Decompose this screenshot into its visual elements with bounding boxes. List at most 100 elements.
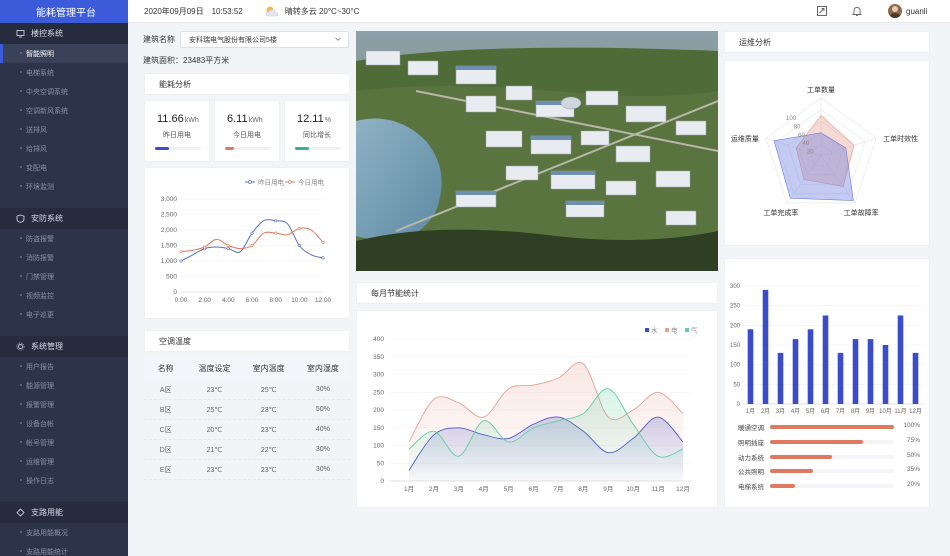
legend-swatch [665, 328, 669, 332]
kpi-progress-fill [155, 147, 169, 150]
sidebar-item[interactable]: 消防报警 [0, 248, 128, 267]
table-cell: 25℃ [260, 386, 277, 394]
energy-title-bar: 能耗分析 [144, 73, 350, 95]
building-select[interactable]: 安科瑞电气股份有限公司5楼 [180, 31, 349, 48]
app-title: 能耗管理平台 [0, 0, 128, 23]
sidebar-item[interactable]: 支路用能统计 [0, 542, 128, 556]
sidebar-item[interactable]: 送排风 [0, 120, 128, 139]
kpi-value-wrap: 12.11% [297, 113, 331, 125]
x-tick-label: 9月 [603, 485, 613, 493]
daily-power-panel: 0 500 1,000 1,500 2,000 2,500 3,000 0:00 2:00 4:0… [144, 167, 350, 319]
x-tick-label: 8月 [851, 408, 860, 415]
data-point [179, 250, 183, 254]
table-cell: 30% [315, 446, 330, 453]
table-cell: 23℃ [260, 426, 277, 434]
table-cell: 40% [315, 426, 330, 433]
data-point [274, 219, 278, 223]
radar-indicator-label: 工单完成率 [763, 208, 798, 217]
sidebar-section-1[interactable]: 安防系统 [0, 208, 128, 229]
sidebar-section-label: 楼控系统 [31, 29, 63, 38]
kpi-card: 11.66kWh 昨日用电 [144, 100, 210, 162]
sidebar-item[interactable]: 环境监测 [0, 177, 128, 196]
screen-icon[interactable] [816, 5, 828, 17]
data-point [297, 244, 301, 248]
bullet-icon [20, 294, 22, 296]
sidebar-item-label: 能源管理 [26, 382, 54, 390]
sidebar-nav: 楼控系统智能照明 电梯系统 中央空调系统 空调新风系统 送排风 给排风 变配电 环境监测安防系… [0, 23, 128, 556]
y-tick-label: 300 [730, 284, 741, 290]
y-tick-label: 250 [730, 304, 741, 310]
bar [867, 339, 874, 404]
sidebar-item[interactable]: 变配电 [0, 158, 128, 177]
x-tick-label: 0:00 [175, 297, 188, 304]
energy-title: 能耗分析 [159, 79, 191, 89]
bar [897, 315, 904, 404]
sidebar-item[interactable]: 电梯系统 [0, 63, 128, 82]
table-row: C区 20℃ 23℃ 40% [144, 420, 350, 440]
x-tick-label: 5月 [806, 408, 815, 415]
share-row: 暖通空调 100% [738, 421, 920, 433]
x-tick-label: 6:00 [246, 297, 259, 304]
building-select-value: 安科瑞电气股份有限公司5楼 [189, 36, 277, 44]
share-row: 动力系统 50% [738, 451, 920, 463]
bar [852, 339, 859, 404]
table-cell: 22℃ [260, 446, 277, 454]
sidebar-item[interactable]: 操作日志 [0, 471, 128, 490]
chevron-down-icon [335, 37, 341, 41]
sidebar-item[interactable]: 给排风 [0, 139, 128, 158]
sidebar-item[interactable]: 智能照明 [0, 44, 128, 63]
data-point [179, 259, 183, 263]
sidebar-item-label: 用户报告 [26, 363, 54, 371]
daily-power-chart: 0 500 1,000 1,500 2,000 2,500 3,000 0:00 2:00 4:0… [161, 178, 332, 305]
sidebar-item[interactable]: 用户报告 [0, 357, 128, 376]
share-track [770, 425, 894, 429]
sidebar-item[interactable]: 支路用能概况 [0, 523, 128, 542]
radar-scale-label: 40 [803, 141, 810, 147]
sidebar-section-0[interactable]: 楼控系统 [0, 23, 128, 44]
table-cell: 23℃ [206, 386, 223, 394]
x-tick-label: 10:00 [291, 297, 308, 304]
kpi-card: 12.11% 同比增长 [284, 100, 350, 162]
avatar[interactable] [888, 4, 902, 18]
shield-icon [16, 214, 25, 223]
sidebar-item[interactable]: 报警管理 [0, 395, 128, 414]
kpi-value-wrap: 11.66kWh [157, 113, 199, 125]
table-header: 名称 温度设定 室内温度 室内湿度 [144, 357, 350, 380]
bar [747, 329, 754, 404]
x-tick-label: 5月 [504, 485, 514, 493]
share-row: 照明插座 75% [738, 436, 920, 448]
sidebar-item[interactable]: 电子巡更 [0, 305, 128, 324]
sidebar-section-2[interactable]: 系统管理 [0, 336, 128, 357]
x-tick-label: 4月 [479, 485, 489, 493]
data-point [226, 247, 230, 251]
x-tick-label: 8:00 [269, 297, 282, 304]
table-cell: 50% [315, 406, 330, 413]
radar-scale-label: 100 [786, 116, 797, 122]
header: 2020年09月09日 10:53:52 晴转多云 20°C~30°C guan… [128, 0, 950, 23]
kpi-label: 昨日用电 [163, 132, 191, 139]
kpi-unit: kWh [184, 117, 199, 124]
y-tick-label: 1,500 [161, 243, 178, 250]
header-weather: 晴转多云 20°C~30°C [284, 6, 360, 16]
ac-title-bar: 空调温度 [144, 330, 350, 352]
table-cell: 21℃ [206, 446, 223, 454]
sidebar-item[interactable]: 视频监控 [0, 286, 128, 305]
table-row: B区 25℃ 23℃ 50% [144, 400, 350, 420]
sidebar-item[interactable]: 中央空调系统 [0, 82, 128, 101]
sidebar-item[interactable]: 运维管理 [0, 452, 128, 471]
sidebar-item[interactable]: 门禁管理 [0, 267, 128, 286]
kpi-progress-fill [225, 147, 235, 150]
sidebar-item[interactable]: 设备台帐 [0, 414, 128, 433]
bell-icon[interactable] [851, 5, 863, 17]
sidebar-section-3[interactable]: 支路用能 [0, 502, 128, 523]
share-percent: 100% [903, 422, 920, 429]
sidebar-item[interactable]: 帐号管理 [0, 433, 128, 452]
x-tick-label: 9月 [866, 408, 875, 415]
sidebar-item[interactable]: 能源管理 [0, 376, 128, 395]
monthly-title-bar: 每月节能统计 [356, 282, 718, 304]
username[interactable]: guanli [906, 7, 927, 16]
share-value: 100 [903, 422, 915, 429]
sidebar-item[interactable]: 空调新风系统 [0, 101, 128, 120]
x-tick-label: 10月 [879, 408, 892, 415]
sidebar-item[interactable]: 防盗报警 [0, 229, 128, 248]
